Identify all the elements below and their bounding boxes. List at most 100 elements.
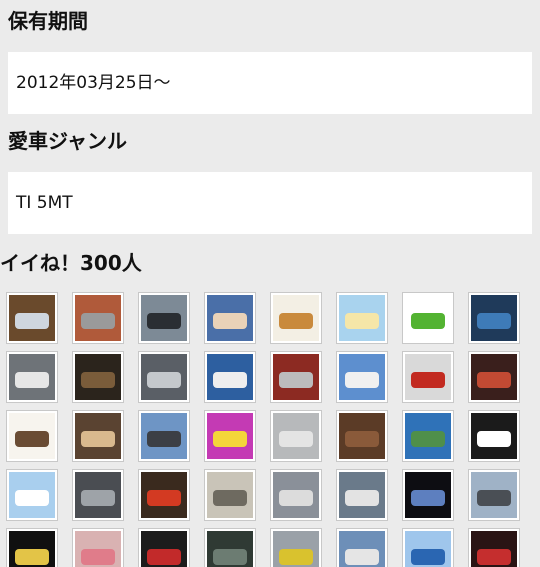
avatar-garage-car-image — [75, 295, 121, 341]
avatar-car-interior-image — [207, 472, 253, 518]
avatar-red-car-event[interactable] — [468, 528, 520, 567]
avatar-white-ghost[interactable] — [6, 469, 58, 521]
car-genre-value: TI 5MT — [8, 172, 532, 234]
avatar-anime-character[interactable] — [204, 292, 256, 344]
avatar-car-headlights[interactable] — [402, 469, 454, 521]
avatar-car-interior-dark-image — [207, 531, 253, 567]
avatar-wood-texture[interactable] — [336, 410, 388, 462]
avatar-car-dashboard[interactable] — [72, 469, 124, 521]
avatar-red-car-closeup[interactable] — [270, 351, 322, 403]
avatar-car-outdoor-image — [339, 472, 385, 518]
avatar-blue-sea-image — [405, 531, 451, 567]
avatar-island-sea-subject — [411, 431, 445, 447]
avatar-silver-car-2-image — [273, 413, 319, 459]
avatar-cartoon-pig-subject — [81, 549, 115, 565]
likes-heading: イイね！300人 — [0, 251, 142, 275]
avatar-car-interior-dark[interactable] — [204, 528, 256, 567]
avatar-white-car-sky-image — [207, 354, 253, 400]
avatar-yellow-car-subject — [279, 549, 313, 565]
avatar-car-street-image — [141, 413, 187, 459]
avatar-white-car[interactable] — [6, 351, 58, 403]
avatar-white-car-road[interactable] — [336, 528, 388, 567]
avatar-red-ball[interactable] — [138, 469, 190, 521]
avatar-car-interior-dark-subject — [213, 549, 247, 565]
avatar-cartoon-bear-subject — [279, 313, 313, 329]
avatar-car-parking-subject — [279, 490, 313, 506]
avatar-car-front[interactable] — [6, 292, 58, 344]
avatar-blue-sea-subject — [411, 549, 445, 565]
avatar-sketch-face-subject — [15, 431, 49, 447]
avatar-dark-car-night[interactable] — [72, 351, 124, 403]
likes-avatar-row — [6, 528, 540, 567]
avatar-silver-car-subject — [147, 372, 181, 388]
avatar-car-street[interactable] — [138, 410, 190, 462]
avatar-colorful-pattern-subject — [213, 431, 247, 447]
avatar-red-car-side-subject — [411, 372, 445, 388]
avatar-island-sea[interactable] — [402, 410, 454, 462]
avatar-car-rear-lights-image — [471, 354, 517, 400]
avatar-white-car-subject — [15, 372, 49, 388]
avatar-dark-car-night-image — [75, 354, 121, 400]
avatar-helicopter-image — [471, 472, 517, 518]
likes-avatar-row — [6, 351, 540, 403]
avatar-cartoon-bear[interactable] — [270, 292, 322, 344]
avatar-red-event-sign[interactable] — [138, 528, 190, 567]
avatar-anime-girl-subject — [345, 313, 379, 329]
avatar-car-rear-lights-subject — [477, 372, 511, 388]
avatar-colorful-pattern[interactable] — [204, 410, 256, 462]
avatar-car-parking-image — [273, 472, 319, 518]
avatar-robot[interactable] — [468, 292, 520, 344]
avatar-garage-car[interactable] — [72, 292, 124, 344]
avatar-dog[interactable] — [72, 410, 124, 462]
avatar-car-rear-lights[interactable] — [468, 351, 520, 403]
avatar-yellow-car-image — [273, 531, 319, 567]
avatar-garage-car-subject — [81, 313, 115, 329]
avatar-blue-sea[interactable] — [402, 528, 454, 567]
avatar-car-headlights-subject — [411, 490, 445, 506]
avatar-clover-subject — [411, 313, 445, 329]
avatar-white-car-sky[interactable] — [204, 351, 256, 403]
avatar-white-car-road-image — [339, 531, 385, 567]
avatar-cartoon-cat[interactable] — [468, 410, 520, 462]
avatar-anime-girl[interactable] — [336, 292, 388, 344]
avatar-white-car-sky-2[interactable] — [336, 351, 388, 403]
ownership-period-heading: 保有期間 — [8, 9, 88, 33]
avatar-car-front-subject — [15, 313, 49, 329]
avatar-red-car-closeup-subject — [279, 372, 313, 388]
avatar-cartoon-pig[interactable] — [72, 528, 124, 567]
ownership-period-value: 2012年03月25日〜 — [8, 52, 532, 114]
avatar-dog-subject — [81, 431, 115, 447]
avatar-car-outdoor[interactable] — [336, 469, 388, 521]
avatar-car-outdoor-subject — [345, 490, 379, 506]
avatar-helicopter[interactable] — [468, 469, 520, 521]
avatar-red-car-side[interactable] — [402, 351, 454, 403]
avatar-clover[interactable] — [402, 292, 454, 344]
avatar-cartoon-cat-subject — [477, 431, 511, 447]
avatar-dog-image — [75, 413, 121, 459]
avatar-statue-liberty-subject — [15, 549, 49, 565]
car-profile-page: 保有期間 2012年03月25日〜 愛車ジャンル TI 5MT イイね！300人 — [0, 0, 540, 567]
avatar-robot-image — [471, 295, 517, 341]
avatar-sketch-face[interactable] — [6, 410, 58, 462]
avatar-steering-wheel[interactable] — [138, 292, 190, 344]
avatar-silver-car[interactable] — [138, 351, 190, 403]
avatar-white-car-sky-2-image — [339, 354, 385, 400]
avatar-car-dashboard-image — [75, 472, 121, 518]
avatar-white-car-image — [9, 354, 55, 400]
avatar-car-parking[interactable] — [270, 469, 322, 521]
avatar-red-car-side-image — [405, 354, 451, 400]
avatar-white-ghost-image — [9, 472, 55, 518]
avatar-car-interior[interactable] — [204, 469, 256, 521]
avatar-silver-car-2[interactable] — [270, 410, 322, 462]
likes-avatar-row — [6, 469, 540, 521]
avatar-statue-liberty[interactable] — [6, 528, 58, 567]
avatar-sketch-face-image — [9, 413, 55, 459]
avatar-car-front-image — [9, 295, 55, 341]
avatar-wood-texture-subject — [345, 431, 379, 447]
avatar-silver-car-image — [141, 354, 187, 400]
avatar-clover-image — [405, 295, 451, 341]
avatar-car-dashboard-subject — [81, 490, 115, 506]
avatar-yellow-car[interactable] — [270, 528, 322, 567]
avatar-steering-wheel-subject — [147, 313, 181, 329]
avatar-cartoon-cat-image — [471, 413, 517, 459]
